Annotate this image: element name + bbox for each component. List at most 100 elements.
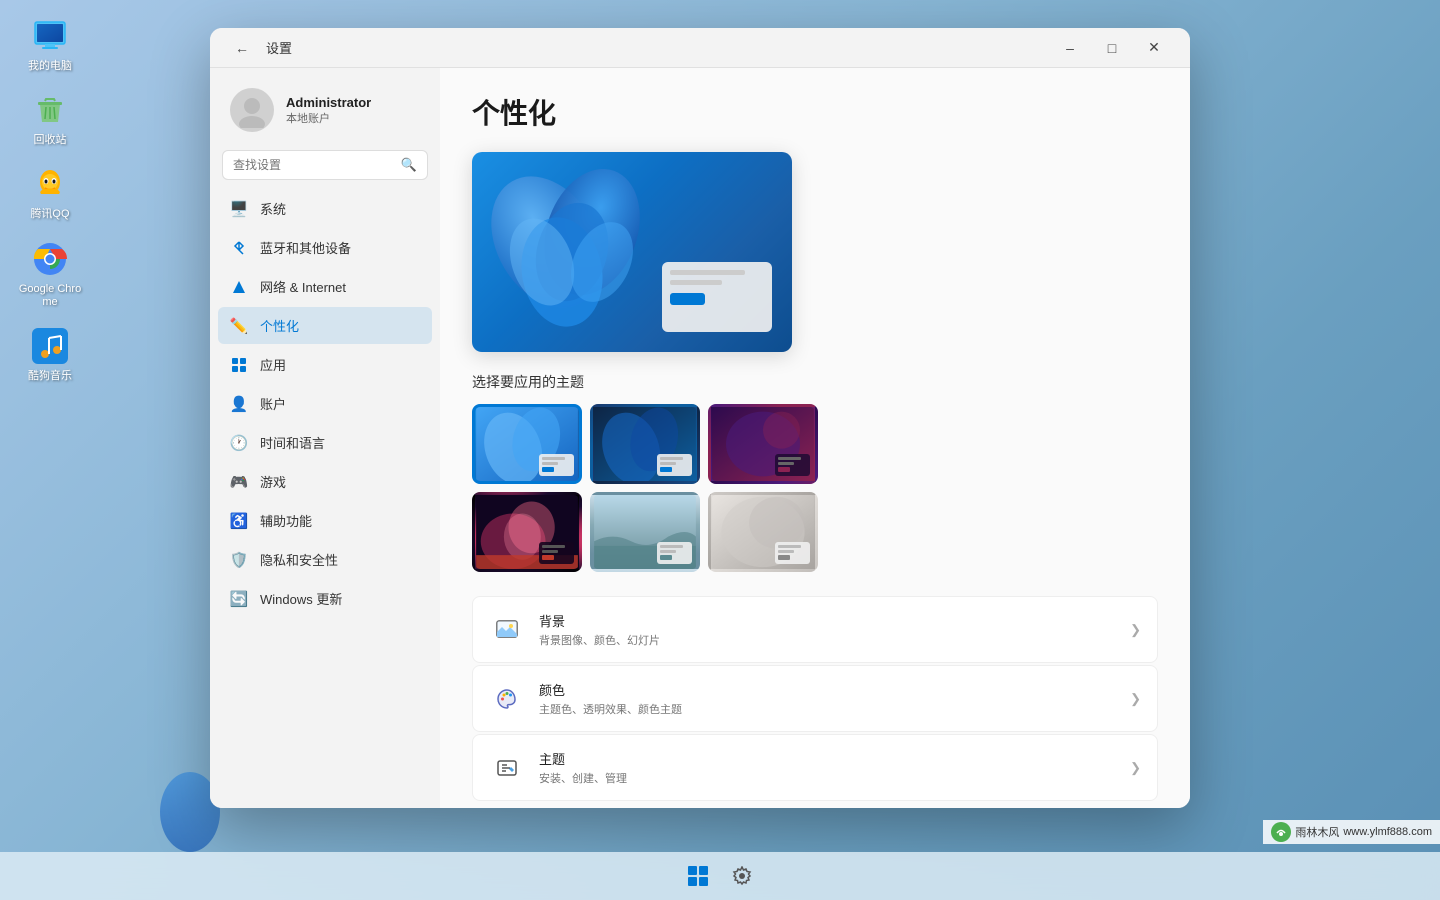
background-text: 背景 背景图像、颜色、幻灯片 — [539, 611, 1130, 648]
settings-item-themes[interactable]: 主题 安装、创建、管理 ❯ — [472, 734, 1158, 801]
ylmf-watermark: 雨林木风 www.ylmf888.com — [1263, 820, 1440, 844]
search-box[interactable]: 🔍 — [222, 150, 428, 180]
preview-bar-1 — [670, 270, 745, 275]
settings-item-background[interactable]: 背景 背景图像、颜色、幻灯片 ❯ — [472, 596, 1158, 663]
themes-icon — [489, 750, 525, 786]
preview-button — [670, 293, 705, 305]
maximize-button[interactable]: □ — [1092, 32, 1132, 64]
mini-btn-1 — [542, 467, 554, 472]
sidebar-item-accounts[interactable]: 👤 账户 — [218, 385, 432, 422]
mini-bar-11 — [778, 545, 801, 548]
my-computer-label: 我的电脑 — [28, 60, 72, 73]
sidebar-item-accounts-label: 账户 — [260, 394, 286, 413]
settings-window: ← 设置 – □ ✕ Administrator 本地账户 — [210, 28, 1190, 808]
personalization-icon: ✏️ — [230, 317, 248, 335]
colors-chevron: ❯ — [1130, 691, 1141, 707]
settings-taskbar-icon — [732, 866, 752, 886]
sidebar-item-gaming-label: 游戏 — [260, 472, 286, 491]
sidebar-item-apps[interactable]: 应用 — [218, 346, 432, 383]
mini-bar-3 — [660, 457, 683, 460]
desktop-icons: 我的电脑 回收站 腾讯QQ Google Chrome 酷狗音乐 — [0, 0, 100, 900]
colors-icon — [489, 681, 525, 717]
theme-card-purple[interactable] — [708, 404, 818, 484]
apps-icon — [230, 356, 248, 374]
sidebar-item-privacy[interactable]: 🛡️ 隐私和安全性 — [218, 541, 432, 578]
qq-icon — [30, 164, 70, 204]
sidebar-item-time[interactable]: 🕐 时间和语言 — [218, 424, 432, 461]
mini-bar-10 — [660, 550, 676, 553]
background-title: 背景 — [539, 611, 1130, 630]
sidebar: Administrator 本地账户 🔍 🖥️ 系统 — [210, 68, 440, 808]
theme-card-light[interactable] — [472, 404, 582, 484]
windows-update-icon: 🔄 — [230, 590, 248, 608]
mini-btn-5 — [660, 555, 672, 560]
monitor-icon — [30, 16, 70, 56]
sidebar-item-time-label: 时间和语言 — [260, 433, 325, 452]
recycle-icon — [30, 90, 70, 130]
minimize-button[interactable]: – — [1050, 32, 1090, 64]
sidebar-item-personalization[interactable]: ✏️ 个性化 — [218, 307, 432, 344]
desktop-icon-recycle-bin[interactable]: 回收站 — [10, 84, 90, 153]
system-icon: 🖥️ — [230, 200, 248, 218]
sidebar-item-accessibility[interactable]: ♿ 辅助功能 — [218, 502, 432, 539]
sidebar-item-bluetooth[interactable]: 蓝牙和其他设备 — [218, 229, 432, 266]
theme-5-overlay — [657, 542, 692, 564]
page-title: 个性化 — [472, 92, 1158, 132]
sidebar-item-bluetooth-label: 蓝牙和其他设备 — [260, 238, 351, 257]
settings-list: 背景 背景图像、颜色、幻灯片 ❯ 颜色 主题色、透明效果、颜色主题 — [472, 596, 1158, 801]
user-account-type: 本地账户 — [286, 110, 371, 126]
mini-bar-2 — [542, 462, 558, 465]
bluetooth-icon — [230, 239, 248, 257]
chrome-icon — [30, 239, 70, 279]
themes-title: 主题 — [539, 749, 1130, 768]
themes-chevron: ❯ — [1130, 760, 1141, 776]
preview-bar-2 — [670, 280, 722, 285]
desktop-icon-chrome[interactable]: Google Chrome — [10, 233, 90, 315]
privacy-icon: 🛡️ — [230, 551, 248, 569]
background-desc: 背景图像、颜色、幻灯片 — [539, 632, 1130, 648]
mini-bar-9 — [660, 545, 683, 548]
desktop-icon-my-computer[interactable]: 我的电脑 — [10, 10, 90, 79]
qq-label: 腾讯QQ — [30, 208, 69, 221]
mini-btn-2 — [660, 467, 672, 472]
theme-card-dark-floral[interactable] — [472, 492, 582, 572]
mini-btn-6 — [778, 555, 790, 560]
theme-preview-overlay — [662, 262, 772, 332]
theme-4-overlay — [539, 542, 574, 564]
avatar — [230, 88, 274, 132]
mini-btn-3 — [778, 467, 790, 472]
recycle-bin-label: 回收站 — [34, 134, 67, 147]
sidebar-item-gaming[interactable]: 🎮 游戏 — [218, 463, 432, 500]
gaming-icon: 🎮 — [230, 473, 248, 491]
sidebar-item-windows-update[interactable]: 🔄 Windows 更新 — [218, 580, 432, 617]
taskbar-center — [678, 856, 762, 896]
window-body: Administrator 本地账户 🔍 🖥️ 系统 — [210, 68, 1190, 808]
user-profile[interactable]: Administrator 本地账户 — [218, 80, 432, 148]
time-icon: 🕐 — [230, 434, 248, 452]
desktop-icon-qq[interactable]: 腾讯QQ — [10, 158, 90, 227]
theme-card-dark[interactable] — [590, 404, 700, 484]
sidebar-item-network[interactable]: 网络 & Internet — [218, 268, 432, 305]
taskbar — [0, 852, 1440, 900]
main-content: 个性化 — [440, 68, 1190, 808]
desktop-icon-music[interactable]: 酷狗音乐 — [10, 320, 90, 389]
colors-text: 颜色 主题色、透明效果、颜色主题 — [539, 680, 1130, 717]
back-button[interactable]: ← — [226, 32, 258, 64]
sidebar-item-privacy-label: 隐私和安全性 — [260, 550, 338, 569]
theme-6-overlay — [775, 542, 810, 564]
sidebar-item-system[interactable]: 🖥️ 系统 — [218, 190, 432, 227]
settings-item-colors[interactable]: 颜色 主题色、透明效果、颜色主题 ❯ — [472, 665, 1158, 732]
network-icon — [230, 278, 248, 296]
theme-card-light-gray[interactable] — [708, 492, 818, 572]
themes-desc: 安装、创建、管理 — [539, 770, 1130, 786]
window-titlebar: ← 设置 – □ ✕ — [210, 28, 1190, 68]
theme-card-nature[interactable] — [590, 492, 700, 572]
start-button[interactable] — [678, 856, 718, 896]
sidebar-item-apps-label: 应用 — [260, 355, 286, 374]
taskbar-settings-button[interactable] — [722, 856, 762, 896]
close-button[interactable]: ✕ — [1134, 32, 1174, 64]
search-input[interactable] — [233, 158, 395, 172]
theme-2-overlay — [657, 454, 692, 476]
accessibility-icon: ♿ — [230, 512, 248, 530]
window-title: 设置 — [266, 38, 292, 57]
